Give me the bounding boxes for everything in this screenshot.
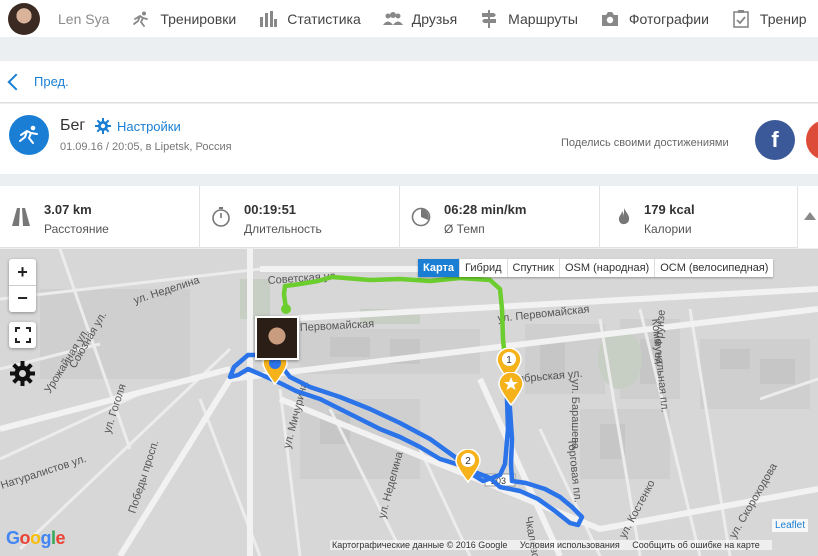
google-plus-share-button[interactable]	[806, 120, 818, 160]
camera-icon	[600, 10, 620, 28]
user-avatar[interactable]	[8, 2, 40, 35]
nav-label: Друзья	[411, 10, 458, 27]
nav-label: Тренировки	[160, 10, 237, 27]
signpost-icon	[479, 9, 499, 28]
layer-option-hybrid[interactable]: Гибрид	[460, 259, 508, 277]
layer-option-map[interactable]: Карта	[418, 259, 461, 277]
stat-label: Расстояние	[44, 222, 109, 236]
stat-distance: 3.07 km Расстояние	[0, 186, 200, 248]
map-settings-gear-icon[interactable]	[9, 360, 36, 387]
activity-date-location: 01.09.16 / 20:05, в Lipetsk, Россия	[60, 141, 232, 153]
running-icon	[131, 10, 151, 28]
gear-icon	[95, 118, 111, 134]
fullscreen-icon	[14, 327, 31, 343]
nav-item-training-plans[interactable]: Тренир	[731, 9, 807, 28]
layer-option-ocm[interactable]: OCM (велосипедная)	[655, 259, 773, 277]
nav-item-routes[interactable]: Маршруты	[479, 9, 578, 28]
map-data-credit: Картографические данные © 2016 Google	[332, 540, 508, 550]
finish-star-marker[interactable]	[498, 372, 524, 406]
share-prompt: Поделись своими достижениями	[561, 137, 729, 149]
nav-item-stats[interactable]: Статистика	[258, 10, 361, 28]
stats-bar: 3.07 km Расстояние 00:19:51 Длительность…	[0, 186, 818, 248]
username[interactable]: Len Sya	[58, 11, 109, 27]
settings-label: Настройки	[117, 118, 181, 134]
stat-value: 3.07 km	[44, 202, 92, 217]
pace-icon	[411, 207, 431, 227]
nav-item-friends[interactable]: Друзья	[382, 10, 458, 28]
route-photo-thumbnail[interactable]	[255, 316, 299, 360]
zoom-in-button[interactable]: +	[9, 259, 36, 285]
route-track	[227, 274, 585, 528]
friends-icon	[382, 10, 403, 28]
chevron-up-icon	[804, 212, 816, 220]
spacer	[0, 37, 818, 61]
nav-item-photos[interactable]: Фотографии	[600, 10, 709, 28]
map-attribution: Картографические данные © 2016 Google Ус…	[330, 540, 772, 550]
nav-label: Фотографии	[628, 10, 709, 27]
zoom-out-button[interactable]: −	[9, 285, 36, 311]
route-start-point	[281, 304, 291, 314]
nav-label: Маршруты	[508, 10, 578, 27]
nav-item-workouts[interactable]: Тренировки	[131, 10, 236, 28]
stat-value: 06:28 min/km	[444, 202, 527, 217]
facebook-icon: f	[771, 127, 779, 152]
route-map[interactable]: ул. Неделина Советская ул. Первомайская …	[0, 249, 818, 556]
report-error-link[interactable]: Сообщить об ошибке на карте	[632, 540, 759, 550]
stat-calories: 179 kcal Калории	[600, 186, 798, 248]
km-marker-2[interactable]: 2	[455, 449, 481, 483]
nav-label: Тренир	[759, 10, 807, 27]
facebook-share-button[interactable]: f	[755, 120, 795, 160]
stopwatch-icon	[212, 207, 230, 227]
layer-option-satellite[interactable]: Спутник	[508, 259, 560, 277]
road-icon	[12, 208, 30, 226]
stat-label: Калории	[644, 222, 692, 236]
top-nav: Len Sya Тренировки Статистика Друзья Мар…	[0, 0, 818, 37]
stat-label: Ø Темп	[444, 222, 485, 236]
activity-header: Бег Настройки 01.09.16 / 20:05, в Lipets…	[0, 104, 818, 174]
back-bar: Пред.	[0, 61, 818, 103]
settings-link[interactable]: Настройки	[95, 118, 181, 134]
marker-label: 2	[465, 456, 471, 467]
map-layer-switcher: Карта Гибрид Спутник OSM (народная) OCM …	[418, 259, 774, 277]
nav-label: Статистика	[287, 10, 361, 27]
layer-option-osm[interactable]: OSM (народная)	[560, 259, 656, 277]
stats-scroll-arrow[interactable]	[798, 186, 818, 248]
chevron-left-icon[interactable]	[7, 73, 25, 90]
google-logo: Google	[6, 528, 66, 548]
terms-link[interactable]: Условия использования	[520, 540, 620, 550]
stat-pace: 06:28 min/km Ø Темп	[400, 186, 600, 248]
stat-value: 179 kcal	[644, 202, 695, 217]
leaflet-attribution[interactable]: Leaflet	[772, 519, 809, 532]
activity-type-badge	[9, 115, 49, 155]
stat-label: Длительность	[244, 222, 322, 236]
activity-title: Бег	[60, 117, 86, 134]
running-icon	[19, 125, 38, 144]
marker-label: 1	[506, 355, 512, 366]
checklist-icon	[731, 9, 751, 28]
stat-value: 00:19:51	[244, 202, 297, 217]
fullscreen-button[interactable]	[9, 322, 36, 348]
spacer	[0, 174, 818, 186]
route-segment-green	[281, 274, 508, 362]
stat-duration: 00:19:51 Длительность	[200, 186, 400, 248]
bar-chart-icon	[258, 10, 278, 28]
flame-icon	[618, 208, 630, 225]
zoom-control: + −	[9, 259, 36, 312]
back-link[interactable]: Пред.	[34, 74, 69, 89]
